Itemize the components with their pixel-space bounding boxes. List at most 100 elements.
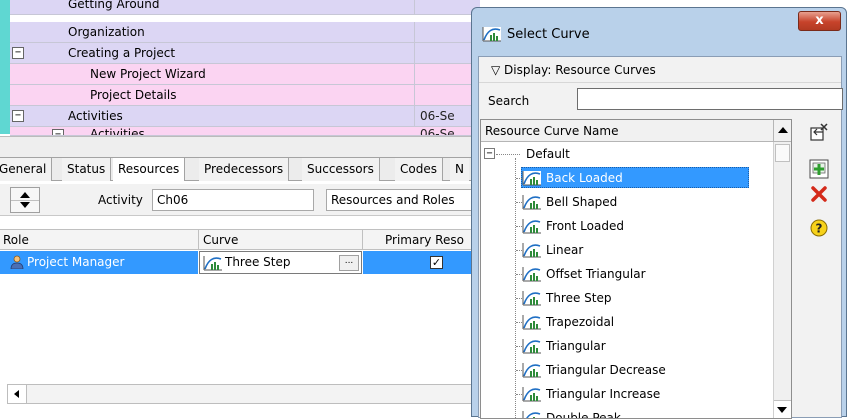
collapse-toggle-icon[interactable]: − [52, 129, 64, 135]
list-item[interactable]: Back Loaded [481, 166, 771, 190]
wbs-row-organization[interactable]: Organization [10, 22, 480, 43]
column-divider [414, 106, 415, 127]
activity-wbs-grid: Getting Around Organization − Creating a… [10, 0, 480, 136]
column-divider [414, 85, 415, 106]
assign-icon[interactable] [809, 123, 829, 143]
dialog-body: ▽ Display: Resource Curves Search Resour… [478, 56, 843, 419]
resource-curve-icon [522, 266, 542, 285]
delete-icon[interactable] [809, 184, 829, 204]
scroll-up-icon[interactable] [773, 120, 791, 141]
scroll-left-icon[interactable] [8, 385, 27, 403]
curve-name: Triangular Increase [546, 387, 661, 401]
collapse-toggle-icon[interactable]: − [12, 47, 24, 59]
collapse-toggle-icon[interactable]: − [12, 110, 24, 122]
curve-name: Front Loaded [546, 219, 624, 233]
collapse-toggle-icon[interactable]: − [484, 148, 495, 159]
wbs-row-start-date: 06-Se [420, 109, 455, 123]
tab-general[interactable]: General [0, 158, 53, 181]
column-header-curve[interactable]: Curve [203, 233, 238, 247]
person-icon [10, 255, 24, 269]
wbs-row-creating-a-project[interactable]: − Creating a Project [10, 43, 480, 64]
scroll-down-icon[interactable] [774, 400, 791, 418]
tab-resources[interactable]: Resources [113, 158, 186, 181]
search-label: Search [488, 94, 530, 108]
column-header-primary-resource[interactable]: Primary Reso [385, 233, 464, 247]
arrow-up-icon[interactable] [20, 192, 30, 198]
wbs-row-getting-around[interactable]: Getting Around [10, 0, 480, 15]
resource-curve-icon [482, 27, 501, 42]
dialog-titlebar[interactable]: Select Curve x [472, 8, 846, 56]
curve-name: Trapezoidal [546, 315, 615, 329]
wbs-row-project-details[interactable]: Project Details [10, 85, 480, 106]
resources-view-select[interactable]: Resources and Roles [326, 189, 475, 211]
table-row[interactable]: Project Manager Three Step ... ✓ [0, 251, 475, 274]
wbs-row-label: Organization [68, 25, 145, 39]
curve-name: Offset Triangular [546, 267, 646, 281]
column-divider [362, 230, 363, 250]
wbs-row-activities[interactable]: − Activities 06-Se [10, 106, 480, 127]
display-options-label[interactable]: ▽ Display: Resource Curves [491, 63, 656, 77]
select-curve-dialog: Select Curve x ▽ Display: Resource Curve… [471, 7, 847, 419]
list-item[interactable]: Offset Triangular [481, 262, 771, 286]
wbs-row-label: Activities [68, 109, 123, 123]
list-item[interactable]: Bell Shaped [481, 190, 771, 214]
wbs-row-label: Getting Around [68, 0, 160, 11]
column-header-role[interactable]: Role [3, 233, 29, 247]
vertical-scrollbar[interactable] [773, 142, 791, 418]
tab-status[interactable]: Status [62, 158, 112, 181]
primary-resource-cell[interactable]: ✓ [363, 251, 475, 274]
list-item[interactable]: Linear [481, 238, 771, 262]
activity-label: Activity [98, 193, 143, 207]
dialog-side-toolbar: ? [795, 119, 841, 419]
resources-table-header: Role Curve Primary Reso [0, 229, 475, 250]
tab-notebook-truncated[interactable]: N [450, 158, 469, 181]
list-item[interactable]: Trapezoidal [481, 310, 771, 334]
resource-curve-icon [522, 314, 542, 333]
curve-name: Triangular [546, 339, 606, 353]
column-header-resource-curve-name[interactable]: Resource Curve Name [485, 124, 618, 138]
spinner-divider [11, 200, 39, 201]
activity-details-tabs: General Status Resources Predecessors Su… [0, 157, 475, 181]
display-options-bar[interactable]: ▽ Display: Resource Curves [479, 57, 841, 83]
tab-successors[interactable]: Successors [302, 158, 380, 181]
role-name: Project Manager [27, 255, 125, 269]
list-item[interactable]: Triangular [481, 334, 771, 358]
tab-codes[interactable]: Codes [395, 158, 443, 181]
wbs-row-activities-child[interactable]: − Activities 06-Se [10, 127, 480, 136]
resource-curve-icon [522, 362, 542, 381]
wbs-row-label: Activities [90, 127, 145, 136]
curve-name: Back Loaded [546, 171, 623, 185]
add-icon[interactable] [809, 159, 829, 179]
wbs-row-label: Creating a Project [68, 46, 176, 60]
curve-cell-editor[interactable]: Three Step ... [199, 251, 362, 274]
list-header: Resource Curve Name [481, 120, 791, 142]
search-input[interactable] [577, 88, 843, 110]
wbs-row-label: New Project Wizard [90, 67, 206, 81]
tab-predecessors[interactable]: Predecessors [199, 158, 290, 181]
column-divider [414, 0, 415, 15]
scrollbar-thumb[interactable] [775, 144, 790, 162]
wbs-row-new-project-wizard[interactable]: New Project Wizard [10, 64, 480, 85]
list-item[interactable]: Triangular Decrease [481, 358, 771, 382]
help-icon[interactable]: ? [809, 218, 829, 238]
tree-connector [496, 154, 520, 155]
resource-curve-icon [522, 386, 542, 405]
horizontal-scrollbar[interactable] [7, 384, 475, 404]
browse-curve-button[interactable]: ... [339, 255, 359, 271]
close-button[interactable]: x [798, 11, 841, 31]
role-cell[interactable]: Project Manager [0, 251, 198, 274]
list-item[interactable]: Triangular Increase [481, 382, 771, 406]
list-item[interactable]: Three Step [481, 286, 771, 310]
curve-name: Linear [546, 243, 584, 257]
list-item[interactable]: Front Loaded [481, 214, 771, 238]
activity-toolbar: Activity Ch06 Resources and Roles [0, 184, 475, 216]
pane-splitter[interactable] [0, 136, 475, 157]
curve-name: Double Peak [546, 411, 621, 419]
list-item[interactable]: Double Peak [481, 406, 771, 419]
arrow-down-icon[interactable] [20, 202, 30, 208]
activity-navigator-spinner[interactable] [10, 187, 40, 213]
primary-resource-checkbox[interactable]: ✓ [430, 256, 443, 269]
activity-id-field[interactable]: Ch06 [152, 189, 314, 211]
column-divider [414, 22, 415, 43]
tree-group-default[interactable]: − Default [481, 144, 771, 164]
